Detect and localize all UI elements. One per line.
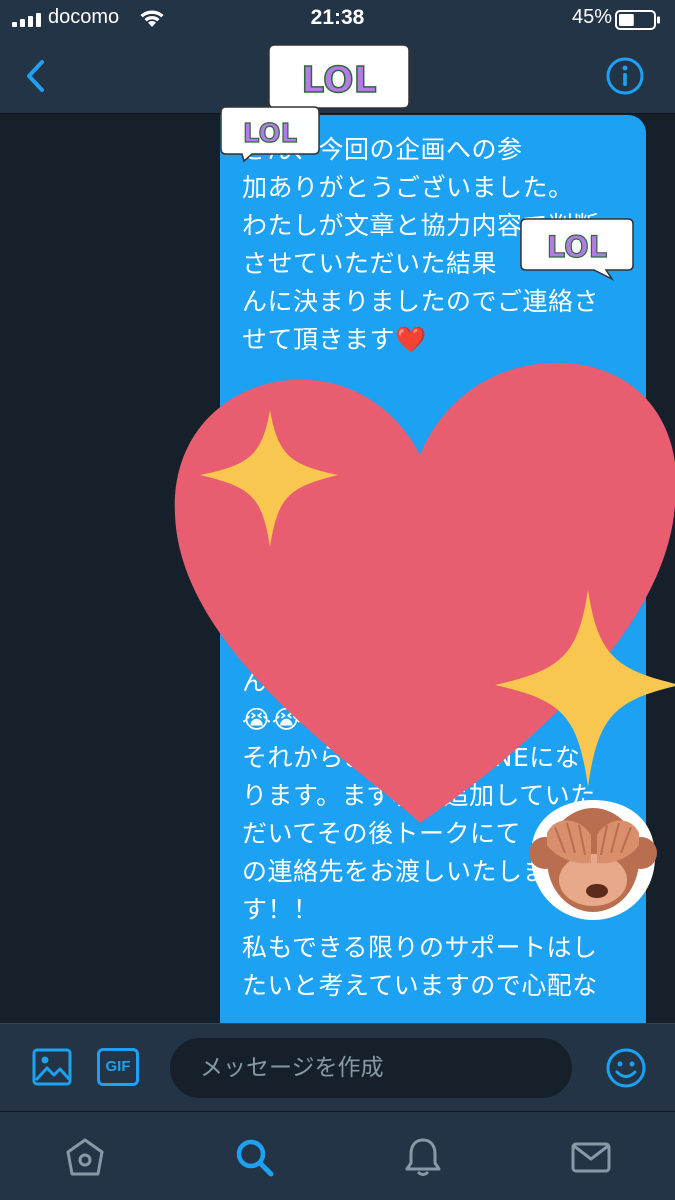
heart-sparkles-sticker [174, 362, 675, 823]
lol-bubble-sticker-right: LOL [520, 218, 634, 281]
lol-text: LOL [547, 230, 608, 264]
back-chevron-icon[interactable] [18, 56, 54, 96]
mail-icon[interactable] [570, 1136, 612, 1178]
heart-shape [174, 362, 675, 823]
bottom-tab-bar [0, 1111, 675, 1200]
info-icon[interactable] [605, 56, 645, 96]
bell-icon[interactable] [402, 1136, 444, 1178]
home-icon[interactable] [64, 1136, 106, 1178]
gif-button[interactable]: GIF [97, 1048, 139, 1086]
image-icon[interactable] [32, 1047, 72, 1087]
search-icon[interactable] [233, 1136, 275, 1178]
smiley-icon[interactable] [605, 1047, 647, 1089]
see-no-evil-monkey-sticker [529, 800, 657, 920]
message-input[interactable] [170, 1038, 572, 1098]
lol-text: LOL [301, 60, 376, 101]
battery-icon [615, 10, 660, 30]
battery-percent: 45% [571, 6, 612, 28]
lol-bubble-sticker-left: LOL [220, 106, 320, 163]
message-composer: GIF [0, 1023, 675, 1111]
lol-text: LOL [243, 119, 297, 149]
status-bar: docomo 21:38 45% [0, 0, 675, 38]
